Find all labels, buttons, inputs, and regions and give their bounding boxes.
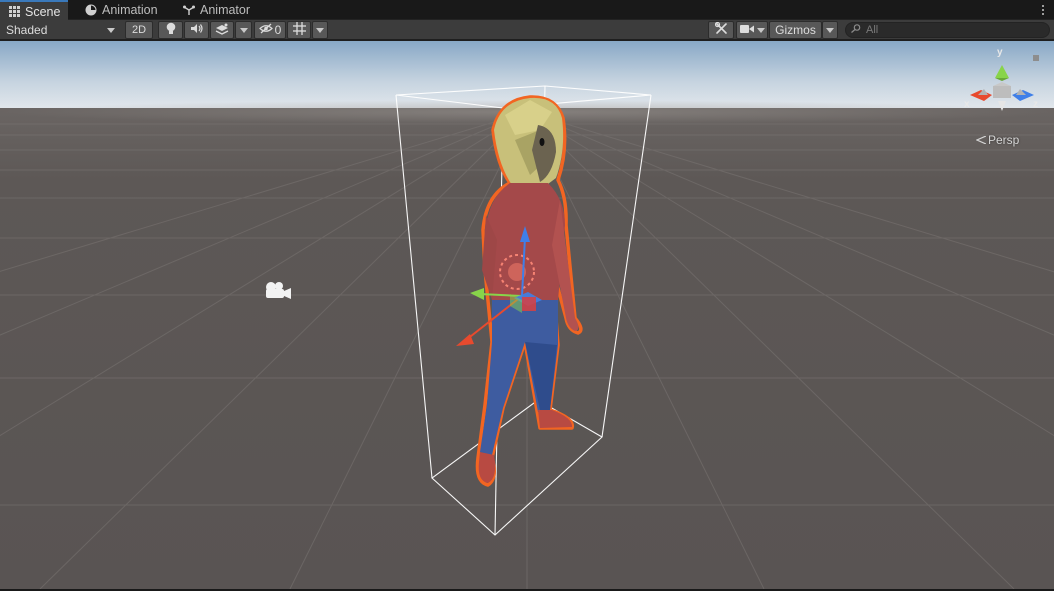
chevron-down-icon [756, 27, 765, 33]
axis-label-y: y [997, 47, 1003, 58]
chevron-down-icon [316, 27, 324, 33]
tab-animation-label: Animation [102, 3, 158, 17]
grid-dropdown-button[interactable] [312, 21, 328, 39]
perspective-icon [975, 133, 987, 147]
hidden-objects-count: 0 [274, 23, 282, 37]
tab-scene[interactable]: Scene [0, 0, 69, 21]
grid-icon [8, 6, 20, 18]
chevron-down-icon [107, 27, 115, 33]
draw-mode-dropdown[interactable]: Shaded [0, 21, 121, 39]
chevron-down-icon [239, 27, 248, 33]
tab-animator[interactable]: Animator [175, 0, 258, 20]
layers-icon [215, 23, 229, 38]
window-menu-icon[interactable] [1038, 2, 1048, 18]
projection-label: Persp [988, 133, 1020, 147]
wrench-icon [714, 21, 728, 38]
eye-slash-icon [258, 23, 273, 37]
scene-visibility-toggle-button[interactable]: 0 [254, 21, 286, 39]
search-icon [851, 24, 861, 36]
camera-gizmo-icon[interactable] [262, 279, 294, 303]
scene-render [0, 41, 1054, 589]
lighting-toggle-button[interactable] [158, 21, 183, 39]
hierarchy-search-field[interactable] [845, 22, 1050, 38]
gizmos-button[interactable]: Gizmos [769, 21, 822, 39]
tab-animation[interactable]: Animation [77, 0, 166, 20]
grid-hash-icon [292, 22, 306, 38]
lightbulb-icon [165, 22, 177, 38]
chevron-down-icon [826, 27, 834, 33]
axis-label-z: z [1033, 99, 1038, 110]
scene-toolbar: Shaded 2D 0 Gizmos All [0, 20, 1054, 40]
audio-toggle-button[interactable] [184, 21, 209, 39]
tab-animator-label: Animator [200, 3, 251, 17]
lock-view-icon [1033, 55, 1039, 61]
tools-button[interactable] [708, 21, 734, 39]
2d-toggle-label: 2D [131, 24, 147, 36]
projection-toggle[interactable]: Persp [975, 133, 1020, 147]
video-camera-icon [739, 23, 754, 37]
speaker-icon [190, 23, 203, 37]
grid-toggle-button[interactable] [287, 21, 311, 39]
animator-icon [183, 4, 195, 16]
2d-toggle-button[interactable]: 2D [125, 21, 153, 39]
effects-toggle-button[interactable] [210, 21, 234, 39]
search-input[interactable] [866, 24, 1036, 36]
gizmos-label: Gizmos [775, 23, 816, 37]
gizmos-dropdown-button[interactable] [822, 21, 838, 39]
scene-window-tab-bar: Scene Animation Animator [0, 0, 1054, 21]
draw-mode-value: Shaded [6, 23, 48, 37]
scene-viewport[interactable]: y x z Persp [0, 41, 1054, 589]
axis-label-x: x [964, 99, 970, 110]
effects-dropdown-button[interactable] [235, 21, 252, 39]
camera-settings-button[interactable] [736, 21, 768, 39]
tab-scene-label: Scene [25, 4, 61, 19]
clock-icon [85, 4, 97, 16]
